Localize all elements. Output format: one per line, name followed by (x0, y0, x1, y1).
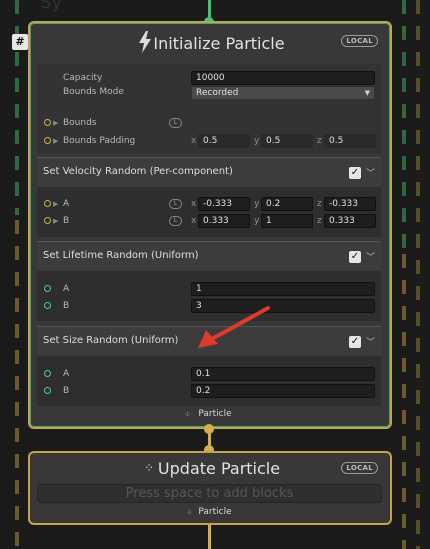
velocity-b-port[interactable] (44, 217, 51, 224)
velocity-a-label: A (63, 199, 70, 209)
bg-dash-right-green (402, 0, 406, 250)
bounds-expand-icon[interactable]: ▶ (53, 119, 58, 127)
velocity-b-label: B (63, 216, 70, 226)
bounds-padding-z-axis: z (317, 136, 322, 146)
lifetime-a-field[interactable]: 1 (191, 282, 375, 296)
bg-dash-left-gold (15, 220, 19, 549)
lifetime-block-title: Set Lifetime Random (Uniform) (43, 250, 199, 261)
bg-dash-far-right (416, 0, 420, 549)
bounds-padding-x-axis: x (191, 136, 197, 146)
flow-line-bottom (208, 525, 211, 549)
red-arrow-icon (198, 306, 270, 348)
size-a-field[interactable]: 0.1 (191, 367, 375, 381)
velocity-b-expand-icon[interactable]: ▶ (53, 217, 58, 225)
capacity-label: Capacity (63, 73, 103, 83)
lifetime-enable-checkbox[interactable]: ✓ (349, 251, 361, 263)
bounds-label: Bounds (63, 118, 97, 128)
velocity-b-x[interactable]: 0.333 (198, 214, 250, 228)
bounds-padding-x[interactable]: 0.5 (198, 134, 250, 148)
velocity-enable-checkbox[interactable]: ✓ (349, 167, 361, 179)
bounds-space-chip[interactable]: L (169, 118, 182, 128)
velocity-b-y-axis: y (254, 216, 260, 226)
velocity-block-header[interactable]: Set Velocity Random (Per-component) ✓ ﹀ (37, 157, 381, 187)
velocity-b-z[interactable]: 0.333 (324, 214, 376, 228)
size-block-body (37, 356, 381, 406)
bounds-mode-dropdown[interactable]: Recorded ▼ (191, 86, 375, 100)
size-block-title: Set Size Random (Uniform) (43, 335, 179, 346)
bounds-padding-expand-icon[interactable]: ▶ (53, 137, 58, 145)
lifetime-chevron-icon[interactable]: ﹀ (366, 250, 375, 263)
size-a-port[interactable] (44, 370, 51, 377)
bounds-padding-z[interactable]: 0.5 (324, 134, 376, 148)
bounds-mode-label: Bounds Mode (63, 87, 124, 97)
lifetime-a-port[interactable] (44, 285, 51, 292)
size-b-port[interactable] (44, 387, 51, 394)
hash-badge: # (12, 34, 28, 50)
velocity-chevron-icon[interactable]: ﹀ (366, 166, 375, 179)
chevron-down-icon: ▼ (364, 89, 370, 97)
size-a-label: A (63, 369, 70, 379)
bounds-padding-y-axis: y (254, 136, 260, 146)
bg-dash-right-gold (402, 254, 406, 549)
add-blocks-placeholder[interactable]: Press space to add blocks (37, 484, 382, 503)
velocity-a-y[interactable]: 0.2 (261, 197, 313, 211)
bg-dash-left-green (15, 0, 19, 215)
velocity-a-x-axis: x (191, 199, 197, 209)
size-enable-checkbox[interactable]: ✓ (349, 336, 361, 348)
size-chevron-icon[interactable]: ﹀ (366, 335, 375, 348)
size-b-field[interactable]: 0.2 (191, 384, 375, 398)
initialize-title: Initialize Particle (153, 34, 285, 53)
velocity-a-port[interactable] (44, 200, 51, 207)
bounds-padding-y[interactable]: 0.5 (261, 134, 313, 148)
initialize-local-badge[interactable]: LOCAL (341, 35, 378, 47)
velocity-block-title: Set Velocity Random (Per-component) (43, 166, 233, 177)
bounds-port[interactable] (44, 119, 51, 126)
velocity-a-x[interactable]: -0.333 (198, 197, 250, 211)
lifetime-b-label: B (63, 301, 70, 311)
velocity-a-z-axis: z (317, 199, 322, 209)
initialize-output-label: Particle (198, 409, 232, 419)
bounds-padding-port[interactable] (44, 137, 51, 144)
velocity-a-space-chip[interactable]: L (169, 199, 182, 209)
velocity-b-y[interactable]: 1 (261, 214, 313, 228)
velocity-b-z-axis: z (317, 216, 322, 226)
update-output-label: Particle (198, 507, 232, 517)
velocity-b-space-chip[interactable]: L (169, 216, 182, 226)
lifetime-b-port[interactable] (44, 302, 51, 309)
velocity-a-expand-icon[interactable]: ▶ (53, 200, 58, 208)
velocity-a-y-axis: y (254, 199, 260, 209)
lifetime-block-header[interactable]: Set Lifetime Random (Uniform) ✓ ﹀ (37, 241, 381, 271)
velocity-a-z[interactable]: -0.333 (324, 197, 376, 211)
faded-system-title: Sy (40, 0, 63, 13)
update-title: Update Particle (157, 459, 281, 478)
velocity-block-body (37, 187, 381, 237)
update-local-badge[interactable]: LOCAL (341, 462, 378, 474)
capacity-field[interactable]: 10000 (191, 71, 375, 85)
size-b-label: B (63, 386, 70, 396)
velocity-b-x-axis: x (191, 216, 197, 226)
bounds-padding-label: Bounds Padding (63, 136, 136, 146)
bounds-mode-value: Recorded (196, 88, 239, 98)
lifetime-a-label: A (63, 284, 70, 294)
